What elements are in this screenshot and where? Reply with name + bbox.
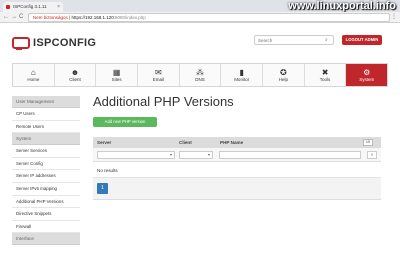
- dns-icon: ⁂: [196, 68, 205, 77]
- php-name-filter-input[interactable]: [219, 151, 361, 159]
- no-results-text: No results: [93, 163, 381, 178]
- favicon-icon: [6, 5, 10, 9]
- browser-tab[interactable]: ISPConfig 3.1.11 ×: [3, 2, 63, 12]
- sidebar-item-server-config[interactable]: Server Config: [12, 157, 80, 171]
- column-header-server[interactable]: Server: [97, 137, 111, 148]
- address-bar: ← → C Nem biztonságos | https://192.168.…: [0, 12, 400, 23]
- sidebar-item-directive-snippets[interactable]: Directive Snippets: [12, 208, 80, 221]
- url-path: :8080/index.php: [113, 15, 146, 20]
- filter-row: ▾ ▾ ⌕: [93, 148, 381, 162]
- search-icon[interactable]: ⌕: [325, 37, 331, 43]
- monitor-icon: ▮: [239, 68, 244, 77]
- client-filter-select[interactable]: ▾: [179, 151, 213, 159]
- column-header-client[interactable]: Client: [179, 137, 192, 148]
- server-filter-select[interactable]: ▾: [97, 151, 175, 159]
- column-header-php-name[interactable]: PHP Name: [220, 137, 243, 148]
- module-label: DNS: [195, 77, 205, 82]
- browser-tab-title: ISPConfig 3.1.11: [13, 4, 47, 9]
- module-label: Client: [69, 77, 81, 82]
- close-tab-icon[interactable]: ×: [57, 2, 60, 12]
- module-tab-dns[interactable]: ⁂ DNS: [180, 64, 222, 86]
- table-header: Server Client PHP Name 15: [93, 137, 381, 148]
- add-php-version-button[interactable]: Add new PHP version: [93, 117, 157, 127]
- module-label: Help: [278, 77, 288, 82]
- ispconfig-logo[interactable]: ISPCONFIG: [12, 35, 96, 51]
- module-label: Email: [152, 77, 164, 82]
- watermark: www.linuxportal.info: [288, 0, 396, 12]
- sidebar-item-remote-users[interactable]: Remote Users: [12, 120, 80, 134]
- module-label: Monitor: [234, 77, 250, 82]
- module-label: System: [359, 77, 375, 82]
- logo-icon: [12, 37, 30, 50]
- browser-menu-icon[interactable]: ⋮: [391, 13, 397, 22]
- back-icon[interactable]: ←: [3, 13, 9, 22]
- sidebar-heading: User Management: [12, 96, 80, 108]
- system-icon: ⚙: [363, 68, 371, 77]
- forward-icon[interactable]: →: [11, 13, 17, 22]
- page-button-1[interactable]: 1: [97, 183, 108, 194]
- tools-icon: ✖: [321, 68, 329, 77]
- sidebar-item-server-ip-addresses[interactable]: Server IP addresses: [12, 170, 80, 183]
- module-tab-email[interactable]: ✉ Email: [138, 64, 180, 86]
- module-tab-tools[interactable]: ✖ Tools: [305, 64, 347, 86]
- module-label: Tools: [319, 77, 331, 82]
- sites-icon: ▦: [112, 68, 121, 77]
- email-icon: ✉: [155, 68, 162, 77]
- module-tab-sites[interactable]: ▦ Sites: [96, 64, 139, 86]
- per-page-select[interactable]: 15: [363, 139, 373, 146]
- url-input[interactable]: Nem biztonságos | https://192.168.1.120:…: [28, 13, 390, 22]
- module-tab-help[interactable]: ✪ Help: [263, 64, 305, 86]
- module-tab-monitor[interactable]: ▮ Monitor: [221, 64, 264, 86]
- filter-search-icon[interactable]: ⌕: [367, 151, 377, 159]
- pagination: 1: [93, 178, 381, 200]
- logo-text: ISPCONFIG: [33, 37, 97, 49]
- sidebar-item-server-services[interactable]: Server Services: [12, 145, 80, 158]
- home-icon: ⌂: [30, 68, 36, 77]
- module-tab-client[interactable]: ☻ Client: [55, 64, 97, 86]
- client-icon: ☻: [70, 68, 80, 77]
- security-warning[interactable]: Nem biztonságos: [33, 15, 68, 20]
- page-title: Additional PHP Versions: [93, 94, 234, 109]
- reload-icon[interactable]: C: [19, 13, 23, 22]
- browser-tab-bar: ISPConfig 3.1.11 × www.linuxportal.info: [0, 0, 400, 12]
- sidebar-heading: System: [12, 133, 80, 146]
- module-tab-system[interactable]: ⚙ System: [346, 64, 388, 86]
- sidebar-item-firewall[interactable]: Firewall: [12, 220, 80, 234]
- sidebar-item-server-ipv6-mapping[interactable]: Server IPv6 mapping: [12, 182, 80, 196]
- sidebar-item-cp-users[interactable]: CP Users: [12, 108, 80, 121]
- sidebar-item-additional-php-versions[interactable]: Additional PHP Versions: [12, 195, 80, 209]
- help-icon: ✪: [280, 68, 287, 77]
- module-nav: ⌂ Home ☻ Client ▦ Sites ✉ Email ⁂ DNS ▮ Monitor ✪ Hel…: [12, 63, 388, 87]
- url-host: https://192.168.1.120: [71, 15, 114, 20]
- module-tab-home[interactable]: ⌂ Home: [13, 64, 55, 86]
- logout-button[interactable]: LOGOUT ADMIN: [342, 35, 382, 45]
- sidebar: User Management CP Users Remote Users Syste…: [12, 96, 80, 256]
- sidebar-heading: Interface: [12, 233, 80, 246]
- search-input[interactable]: [254, 35, 334, 45]
- module-label: Home: [27, 77, 40, 82]
- module-label: Sites: [111, 77, 122, 82]
